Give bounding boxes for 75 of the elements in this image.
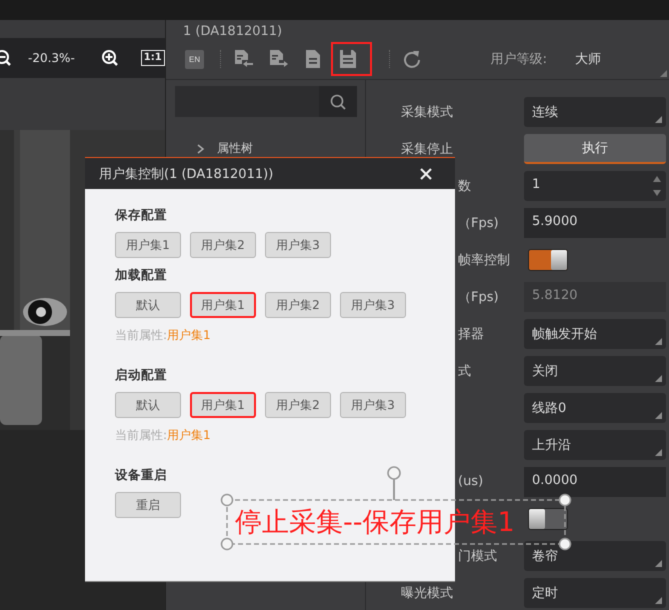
dropdown-corner-icon bbox=[655, 338, 662, 344]
chevron-icon[interactable] bbox=[197, 144, 205, 154]
dialog-button[interactable]: 用户集2 bbox=[190, 232, 256, 258]
section-heading: 启动配置 bbox=[115, 367, 168, 384]
input-field[interactable]: 0.0000 bbox=[524, 466, 666, 496]
dropdown-field[interactable]: 卷帘 bbox=[524, 540, 666, 570]
zoom-in-icon[interactable] bbox=[100, 49, 119, 67]
dropdown-corner-icon bbox=[655, 116, 662, 122]
language-button[interactable]: EN bbox=[185, 50, 204, 68]
document-left-arrow-icon[interactable] bbox=[233, 49, 254, 69]
current-value: 用户集1 bbox=[167, 328, 211, 342]
execute-button[interactable]: 执行 bbox=[524, 134, 666, 164]
dialog-button[interactable]: 用户集2 bbox=[265, 392, 331, 418]
refresh-icon[interactable] bbox=[402, 49, 422, 69]
dropdown-corner-icon bbox=[655, 596, 662, 604]
property-label: 曝光模式 bbox=[401, 586, 453, 600]
dropdown-field[interactable]: 上升沿 bbox=[524, 430, 666, 460]
dialog-button[interactable]: 用户集3 bbox=[340, 392, 406, 418]
current-label: 当前属性: bbox=[115, 328, 168, 342]
tree-item[interactable]: 属性树 bbox=[217, 140, 253, 157]
toggle-switch[interactable] bbox=[528, 508, 568, 530]
search-field[interactable] bbox=[175, 86, 357, 117]
property-label: 帧率控制 bbox=[458, 252, 510, 268]
dialog-button[interactable]: 用户集3 bbox=[265, 232, 331, 258]
rotate-handle[interactable] bbox=[387, 466, 401, 500]
actual-size-button[interactable]: 1:1 bbox=[140, 50, 165, 66]
toggle-switch[interactable] bbox=[528, 248, 568, 270]
spin-field[interactable]: 1 bbox=[524, 170, 666, 200]
zoom-level: -20.3%- bbox=[28, 51, 75, 65]
dialog-button[interactable]: 默认 bbox=[115, 392, 181, 418]
search-icon bbox=[330, 94, 346, 110]
input-field[interactable]: 5.9000 bbox=[524, 208, 666, 238]
user-level-label: 用户等级: bbox=[490, 51, 547, 68]
property-label: 门模式 bbox=[458, 548, 497, 564]
dialog-title: 用户集控制(1 (DA1812011)) bbox=[99, 166, 274, 182]
property-label: 式 bbox=[458, 364, 471, 378]
dialog-button[interactable]: 用户集1 bbox=[190, 292, 256, 318]
property-label: 择器 bbox=[458, 326, 484, 342]
dropdown-corner-icon bbox=[655, 374, 662, 382]
section-heading: 保存配置 bbox=[115, 207, 168, 224]
dialog-button[interactable]: 默认 bbox=[115, 292, 181, 318]
property-label: 采集模式 bbox=[401, 104, 453, 120]
dialog-button[interactable]: 重启 bbox=[115, 492, 181, 518]
property-label: （Fps) bbox=[458, 290, 499, 304]
device-title: 1 (DA1812011) bbox=[183, 24, 284, 39]
property-label: 数 bbox=[458, 178, 471, 194]
dropdown-corner-icon bbox=[660, 70, 667, 77]
current-value: 用户集1 bbox=[167, 428, 211, 442]
spin-arrows-icon[interactable] bbox=[652, 174, 662, 198]
dialog-button[interactable]: 用户集1 bbox=[115, 232, 181, 258]
readonly-field: 5.8120 bbox=[524, 282, 666, 312]
property-label: （Fps) bbox=[458, 216, 499, 230]
close-icon[interactable] bbox=[419, 166, 433, 180]
current-label: 当前属性: bbox=[115, 428, 168, 442]
user-level-dropdown[interactable]: 大师 bbox=[575, 50, 601, 68]
property-label: 采集停止 bbox=[401, 142, 453, 156]
dropdown-corner-icon bbox=[655, 448, 662, 456]
selection-frame[interactable] bbox=[220, 493, 572, 551]
dropdown-corner-icon bbox=[655, 412, 662, 418]
zoom-out-icon[interactable] bbox=[0, 49, 12, 67]
dropdown-corner-icon bbox=[655, 560, 662, 566]
section-heading: 加载配置 bbox=[115, 267, 168, 284]
dropdown-field[interactable]: 帧触发开始 bbox=[524, 318, 666, 348]
dropdown-field[interactable]: 线路0 bbox=[524, 392, 666, 422]
dropdown-field[interactable]: 连续 bbox=[524, 96, 666, 126]
save-icon[interactable] bbox=[331, 42, 372, 76]
search-button[interactable] bbox=[319, 86, 357, 117]
dialog-button[interactable]: 用户集2 bbox=[265, 292, 331, 318]
document-right-arrow-icon[interactable] bbox=[268, 49, 288, 69]
dialog-button[interactable]: 用户集1 bbox=[190, 392, 256, 418]
dropdown-field[interactable]: 定时 bbox=[524, 578, 666, 608]
dialog-button[interactable]: 用户集3 bbox=[340, 292, 406, 318]
dropdown-field[interactable]: 关闭 bbox=[524, 356, 666, 386]
property-label: (us) bbox=[458, 474, 484, 489]
section-heading: 设备重启 bbox=[115, 467, 168, 484]
